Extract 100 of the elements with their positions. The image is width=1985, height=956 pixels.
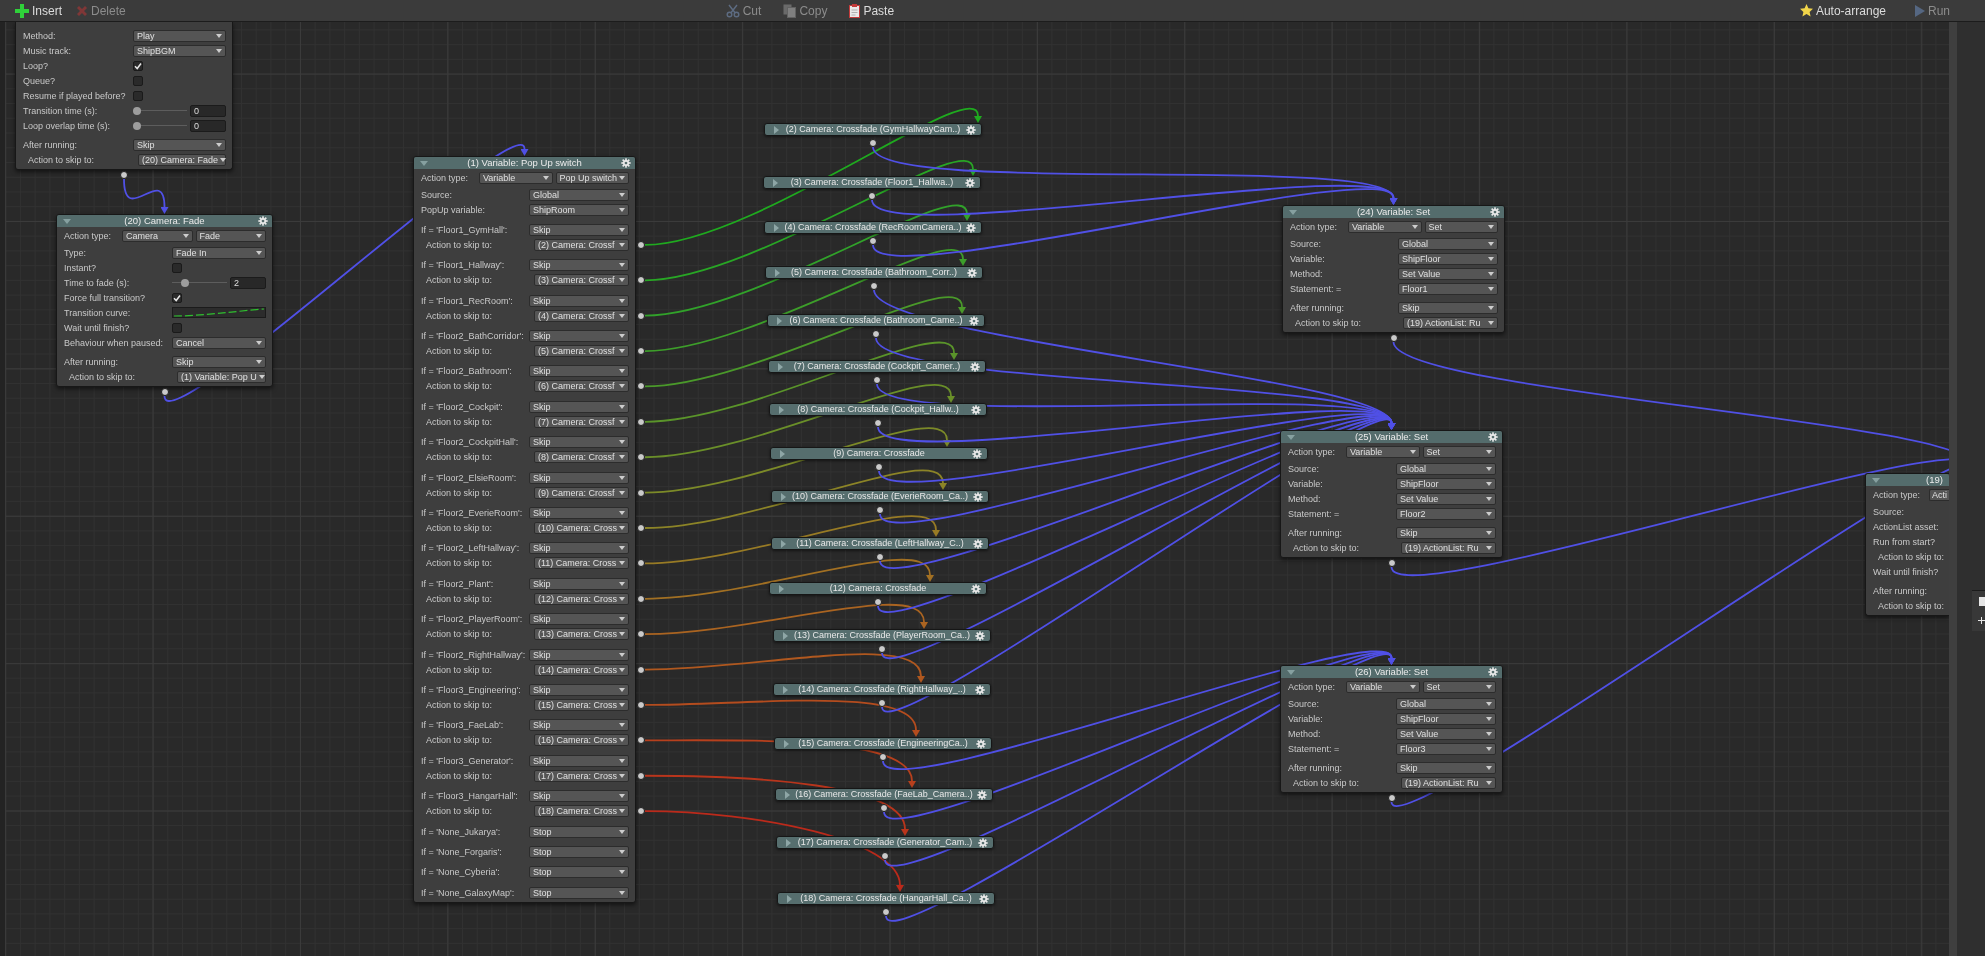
gear-icon[interactable]: [965, 177, 975, 188]
gear-icon[interactable]: [973, 538, 983, 549]
connector-dot[interactable]: [878, 699, 886, 707]
dropdown[interactable]: Global: [1398, 237, 1498, 250]
checkbox[interactable]: [172, 262, 182, 273]
dropdown[interactable]: Skip: [529, 719, 629, 732]
dropdown[interactable]: Set Value: [1396, 727, 1496, 740]
gear-icon[interactable]: [1490, 207, 1500, 217]
connector-dot[interactable]: [637, 488, 645, 497]
dropdown[interactable]: Camera: [122, 229, 193, 242]
dropdown[interactable]: Skip: [529, 613, 629, 626]
dropdown[interactable]: (6) Camera: Crossf: [534, 380, 629, 393]
dropdown[interactable]: (17) Camera: Cross: [534, 769, 629, 782]
dropdown[interactable]: (14) Camera: Cross: [534, 663, 629, 676]
dropdown[interactable]: Variable: [1348, 220, 1422, 233]
connector-dot[interactable]: [637, 347, 645, 356]
gear-icon[interactable]: [258, 216, 268, 226]
gear-icon[interactable]: [621, 158, 631, 168]
dropdown[interactable]: Floor1: [1398, 282, 1498, 295]
dropdown[interactable]: (16) Camera: Cross: [534, 734, 629, 747]
dropdown[interactable]: Cancel: [172, 336, 266, 349]
dropdown[interactable]: (11) Camera: Cross: [534, 557, 629, 570]
connector-dot[interactable]: [875, 463, 883, 471]
connector-dot[interactable]: [1389, 334, 1398, 342]
dropdown[interactable]: Variable: [479, 171, 553, 184]
number-field[interactable]: 0: [190, 119, 226, 132]
gear-icon[interactable]: [971, 583, 981, 594]
dropdown[interactable]: (1) Variable: Pop U: [177, 370, 266, 383]
dropdown[interactable]: Skip: [529, 577, 629, 590]
dropdown[interactable]: Pop Up switch: [555, 171, 629, 184]
slider-thumb[interactable]: [133, 121, 141, 130]
dropdown[interactable]: ShipBGM: [133, 44, 226, 57]
gear-icon[interactable]: [973, 491, 983, 502]
dropdown[interactable]: Skip: [529, 683, 629, 696]
gear-icon[interactable]: [1488, 432, 1498, 442]
connector-dot[interactable]: [876, 506, 884, 514]
gear-icon[interactable]: [972, 448, 982, 459]
dropdown[interactable]: ShipFloor: [1396, 712, 1496, 725]
connector-dot[interactable]: [869, 237, 877, 245]
dropdown[interactable]: Play: [133, 29, 226, 42]
dropdown[interactable]: Fade: [195, 229, 266, 242]
connector-dot[interactable]: [637, 524, 645, 532]
dropdown[interactable]: Floor3: [1396, 742, 1496, 755]
dropdown[interactable]: Skip: [1396, 526, 1496, 539]
checkbox[interactable]: [172, 292, 182, 303]
connector-dot[interactable]: [878, 645, 886, 653]
dropdown[interactable]: (15) Camera: Cross: [534, 698, 629, 711]
connector-dot[interactable]: [120, 171, 128, 179]
connector-dot[interactable]: [870, 282, 878, 290]
dropdown[interactable]: (10) Camera: Cross: [534, 522, 629, 534]
connector-dot[interactable]: [874, 598, 882, 606]
dropdown[interactable]: Set: [1422, 680, 1496, 693]
auto-arrange-button[interactable]: Auto-arrange: [1797, 1, 1888, 20]
dropdown[interactable]: (4) Camera: Crossf: [534, 309, 629, 322]
dropdown[interactable]: Global: [1396, 697, 1496, 710]
dropdown[interactable]: Stop: [529, 866, 629, 879]
dropdown[interactable]: Skip: [529, 365, 629, 378]
connector-dot[interactable]: [874, 419, 882, 427]
checkbox[interactable]: [172, 322, 182, 333]
gear-icon[interactable]: [971, 404, 981, 415]
dropdown[interactable]: Skip: [529, 507, 629, 519]
connector-dot[interactable]: [637, 276, 645, 285]
connector-dot[interactable]: [882, 908, 890, 916]
gear-icon[interactable]: [966, 222, 976, 233]
dropdown[interactable]: (3) Camera: Crossf: [534, 274, 629, 287]
connector-dot[interactable]: [868, 192, 876, 200]
dropdown[interactable]: (13) Camera: Cross: [534, 628, 629, 641]
dropdown[interactable]: Set: [1422, 445, 1496, 458]
dropdown[interactable]: (8) Camera: Crossf: [534, 451, 629, 464]
dropdown[interactable]: Skip: [172, 355, 266, 368]
dropdown[interactable]: Skip: [529, 294, 629, 307]
connector-dot[interactable]: [1387, 794, 1396, 802]
dropdown[interactable]: Global: [529, 188, 629, 201]
connector-dot[interactable]: [637, 665, 645, 674]
dropdown[interactable]: ShipRoom: [529, 203, 629, 216]
connector-dot[interactable]: [880, 804, 888, 812]
gear-icon[interactable]: [977, 789, 987, 800]
dropdown[interactable]: ShipFloor: [1398, 252, 1498, 265]
dropdown[interactable]: Skip: [529, 330, 629, 343]
gear-icon[interactable]: [975, 630, 985, 641]
gear-icon[interactable]: [1488, 667, 1498, 677]
connector-dot[interactable]: [637, 453, 645, 462]
connector-dot[interactable]: [637, 700, 645, 709]
dropdown[interactable]: Skip: [1398, 301, 1498, 314]
gear-icon[interactable]: [969, 315, 979, 326]
insert-button[interactable]: Insert: [13, 1, 64, 20]
connector-dot[interactable]: [160, 388, 169, 396]
dropdown[interactable]: Skip: [529, 754, 629, 767]
gear-icon[interactable]: [970, 361, 980, 372]
dropdown[interactable]: Fade In: [172, 246, 266, 259]
dropdown[interactable]: Global: [1396, 462, 1496, 475]
dropdown[interactable]: (19) ActionList: Ru: [1403, 316, 1498, 329]
checkbox[interactable]: [133, 90, 143, 101]
slider-thumb[interactable]: [181, 278, 190, 287]
gear-icon[interactable]: [975, 684, 985, 695]
dropdown[interactable]: Skip: [133, 138, 226, 151]
dropdown[interactable]: Set: [1424, 220, 1498, 233]
dropdown[interactable]: Skip: [1396, 761, 1496, 774]
connector-dot[interactable]: [637, 594, 645, 603]
dropdown[interactable]: (19) ActionList: Ru: [1401, 541, 1496, 554]
